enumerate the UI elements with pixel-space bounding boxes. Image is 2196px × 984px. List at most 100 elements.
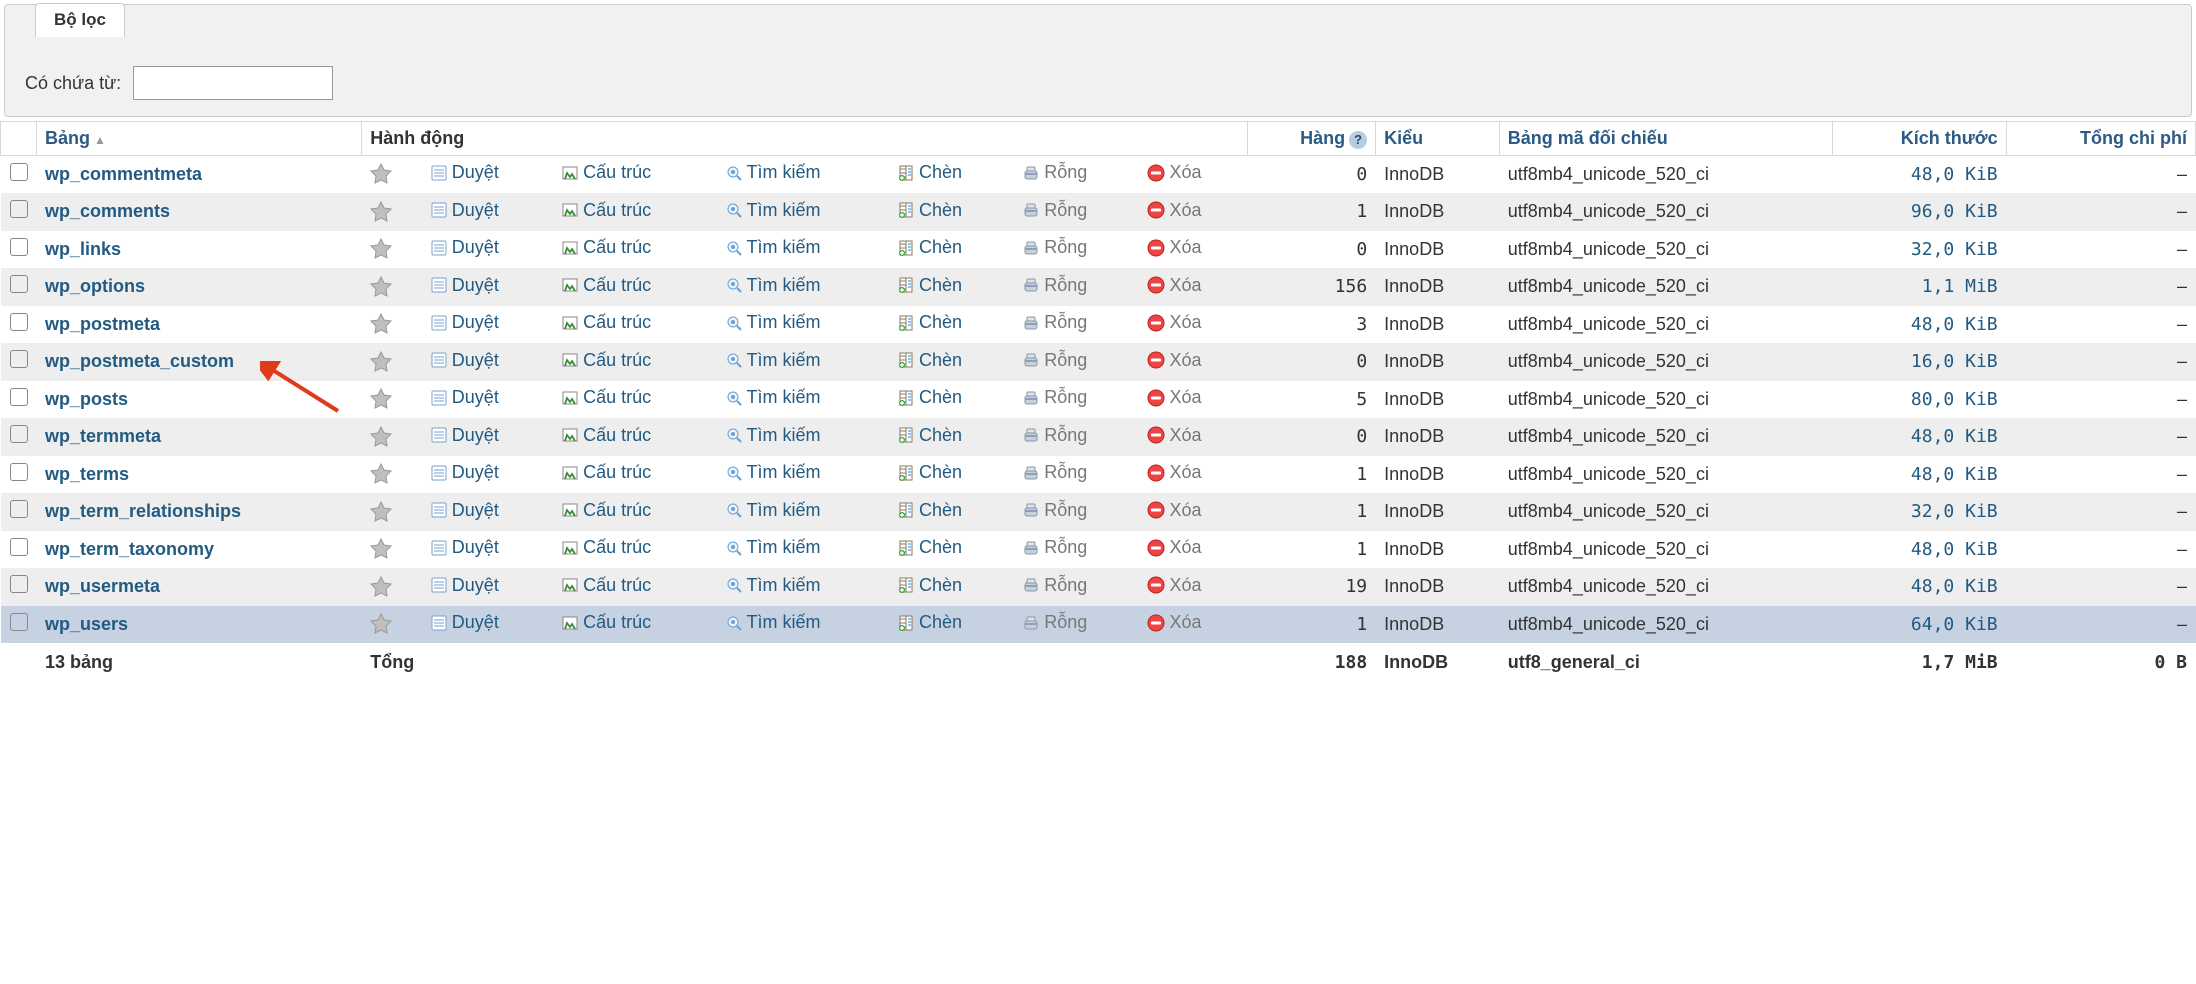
browse-action[interactable]: Duyệt [430,387,499,408]
drop-action[interactable]: Xóa [1147,575,1201,596]
insert-action[interactable]: Chèn [897,237,962,258]
row-checkbox[interactable] [10,163,28,181]
empty-action[interactable]: Rỗng [1022,462,1087,483]
col-overhead-header[interactable]: Tổng chi phí [2006,122,2195,156]
structure-action[interactable]: Cấu trúc [561,200,651,221]
empty-action[interactable]: Rỗng [1022,537,1087,558]
search-action[interactable]: Tìm kiếm [725,537,821,558]
col-rows-header[interactable]: Hàng? [1247,122,1375,156]
empty-action[interactable]: Rỗng [1022,387,1087,408]
favorite-star-icon[interactable] [370,576,392,596]
browse-action[interactable]: Duyệt [430,612,499,633]
help-icon[interactable]: ? [1349,131,1367,149]
search-action[interactable]: Tìm kiếm [725,237,821,258]
insert-action[interactable]: Chèn [897,500,962,521]
favorite-star-icon[interactable] [370,238,392,258]
search-action[interactable]: Tìm kiếm [725,312,821,333]
insert-action[interactable]: Chèn [897,425,962,446]
drop-action[interactable]: Xóa [1147,462,1201,483]
structure-action[interactable]: Cấu trúc [561,462,651,483]
search-action[interactable]: Tìm kiếm [725,500,821,521]
drop-action[interactable]: Xóa [1147,425,1201,446]
table-name-link[interactable]: wp_terms [45,464,129,484]
insert-action[interactable]: Chèn [897,612,962,633]
empty-action[interactable]: Rỗng [1022,200,1087,221]
col-table-header[interactable]: Bảng▲ [37,122,362,156]
search-action[interactable]: Tìm kiếm [725,462,821,483]
drop-action[interactable]: Xóa [1147,350,1201,371]
favorite-star-icon[interactable] [370,613,392,633]
browse-action[interactable]: Duyệt [430,425,499,446]
favorite-star-icon[interactable] [370,388,392,408]
browse-action[interactable]: Duyệt [430,162,499,183]
structure-action[interactable]: Cấu trúc [561,312,651,333]
size-value[interactable]: 48,0 KiB [1832,418,2006,456]
structure-action[interactable]: Cấu trúc [561,387,651,408]
browse-action[interactable]: Duyệt [430,237,499,258]
structure-action[interactable]: Cấu trúc [561,537,651,558]
row-checkbox[interactable] [10,500,28,518]
insert-action[interactable]: Chèn [897,312,962,333]
table-name-link[interactable]: wp_options [45,276,145,296]
insert-action[interactable]: Chèn [897,537,962,558]
favorite-star-icon[interactable] [370,313,392,333]
row-checkbox[interactable] [10,425,28,443]
insert-action[interactable]: Chèn [897,200,962,221]
insert-action[interactable]: Chèn [897,162,962,183]
structure-action[interactable]: Cấu trúc [561,275,651,296]
drop-action[interactable]: Xóa [1147,537,1201,558]
search-action[interactable]: Tìm kiếm [725,350,821,371]
row-checkbox[interactable] [10,538,28,556]
drop-action[interactable]: Xóa [1147,275,1201,296]
empty-action[interactable]: Rỗng [1022,425,1087,446]
search-action[interactable]: Tìm kiếm [725,275,821,296]
drop-action[interactable]: Xóa [1147,387,1201,408]
size-value[interactable]: 32,0 KiB [1832,493,2006,531]
structure-action[interactable]: Cấu trúc [561,575,651,596]
empty-action[interactable]: Rỗng [1022,500,1087,521]
insert-action[interactable]: Chèn [897,350,962,371]
browse-action[interactable]: Duyệt [430,462,499,483]
search-action[interactable]: Tìm kiếm [725,200,821,221]
insert-action[interactable]: Chèn [897,462,962,483]
table-name-link[interactable]: wp_usermeta [45,576,160,596]
row-checkbox[interactable] [10,575,28,593]
row-checkbox[interactable] [10,350,28,368]
search-action[interactable]: Tìm kiếm [725,387,821,408]
favorite-star-icon[interactable] [370,501,392,521]
drop-action[interactable]: Xóa [1147,500,1201,521]
browse-action[interactable]: Duyệt [430,200,499,221]
row-checkbox[interactable] [10,463,28,481]
browse-action[interactable]: Duyệt [430,537,499,558]
favorite-star-icon[interactable] [370,426,392,446]
table-name-link[interactable]: wp_users [45,614,128,634]
search-action[interactable]: Tìm kiếm [725,575,821,596]
favorite-star-icon[interactable] [370,276,392,296]
empty-action[interactable]: Rỗng [1022,575,1087,596]
size-value[interactable]: 48,0 KiB [1832,531,2006,569]
table-name-link[interactable]: wp_term_taxonomy [45,539,214,559]
size-value[interactable]: 48,0 KiB [1832,456,2006,494]
filter-input[interactable] [133,66,333,100]
size-value[interactable]: 16,0 KiB [1832,343,2006,381]
browse-action[interactable]: Duyệt [430,275,499,296]
row-checkbox[interactable] [10,388,28,406]
empty-action[interactable]: Rỗng [1022,275,1087,296]
size-value[interactable]: 80,0 KiB [1832,381,2006,419]
row-checkbox[interactable] [10,313,28,331]
favorite-star-icon[interactable] [370,351,392,371]
row-checkbox[interactable] [10,275,28,293]
drop-action[interactable]: Xóa [1147,162,1201,183]
browse-action[interactable]: Duyệt [430,312,499,333]
empty-action[interactable]: Rỗng [1022,612,1087,633]
col-collation-header[interactable]: Bảng mã đối chiếu [1499,122,1832,156]
favorite-star-icon[interactable] [370,163,392,183]
drop-action[interactable]: Xóa [1147,612,1201,633]
structure-action[interactable]: Cấu trúc [561,500,651,521]
table-name-link[interactable]: wp_postmeta [45,314,160,334]
table-name-link[interactable]: wp_commentmeta [45,164,202,184]
favorite-star-icon[interactable] [370,463,392,483]
row-checkbox[interactable] [10,200,28,218]
size-value[interactable]: 1,1 MiB [1832,268,2006,306]
size-value[interactable]: 96,0 KiB [1832,193,2006,231]
